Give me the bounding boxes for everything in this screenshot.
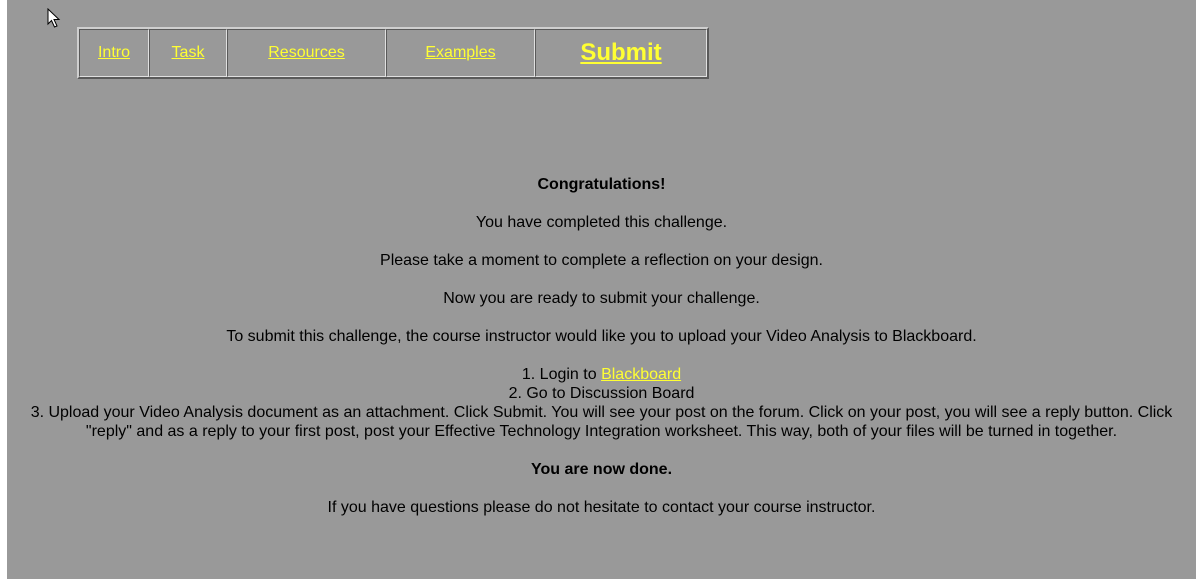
nav-link-submit[interactable]: Submit xyxy=(580,39,661,66)
nav-link-intro[interactable]: Intro xyxy=(98,44,130,61)
mouse-pointer-icon xyxy=(47,8,61,28)
nav-cell-submit: Submit xyxy=(535,29,707,77)
nav-bar: Intro Task Resources Examples Submit xyxy=(77,27,709,79)
nav-cell-intro: Intro xyxy=(79,29,149,77)
main-content: Congratulations! You have completed this… xyxy=(7,175,1196,536)
nav-cell-resources: Resources xyxy=(227,29,386,77)
instructions-text: To submit this challenge, the course ins… xyxy=(226,328,977,345)
questions-text: If you have questions please do not hesi… xyxy=(327,499,876,516)
ready-text: Now you are ready to submit your challen… xyxy=(443,290,760,307)
nav-link-resources[interactable]: Resources xyxy=(268,44,344,61)
done-text: You are now done. xyxy=(530,461,673,478)
page-background: Intro Task Resources Examples Submit Con… xyxy=(7,0,1196,579)
nav-link-task[interactable]: Task xyxy=(172,44,205,61)
blackboard-link[interactable]: Blackboard xyxy=(601,366,681,383)
nav-link-examples[interactable]: Examples xyxy=(425,44,495,61)
submission-steps: 1. Login to Blackboard 2. Go to Discussi… xyxy=(7,365,1196,441)
step-2: 2. Go to Discussion Board xyxy=(508,385,695,402)
step-1: 1. Login to Blackboard xyxy=(7,365,1196,384)
congratulations-heading: Congratulations! xyxy=(537,176,666,193)
step-1-text: 1. Login to xyxy=(521,366,602,383)
step-3: 3. Upload your Video Analysis document a… xyxy=(30,404,1173,440)
reflection-text: Please take a moment to complete a refle… xyxy=(380,252,823,269)
completed-text: You have completed this challenge. xyxy=(475,214,728,231)
nav-cell-examples: Examples xyxy=(386,29,535,77)
nav-cell-task: Task xyxy=(149,29,227,77)
